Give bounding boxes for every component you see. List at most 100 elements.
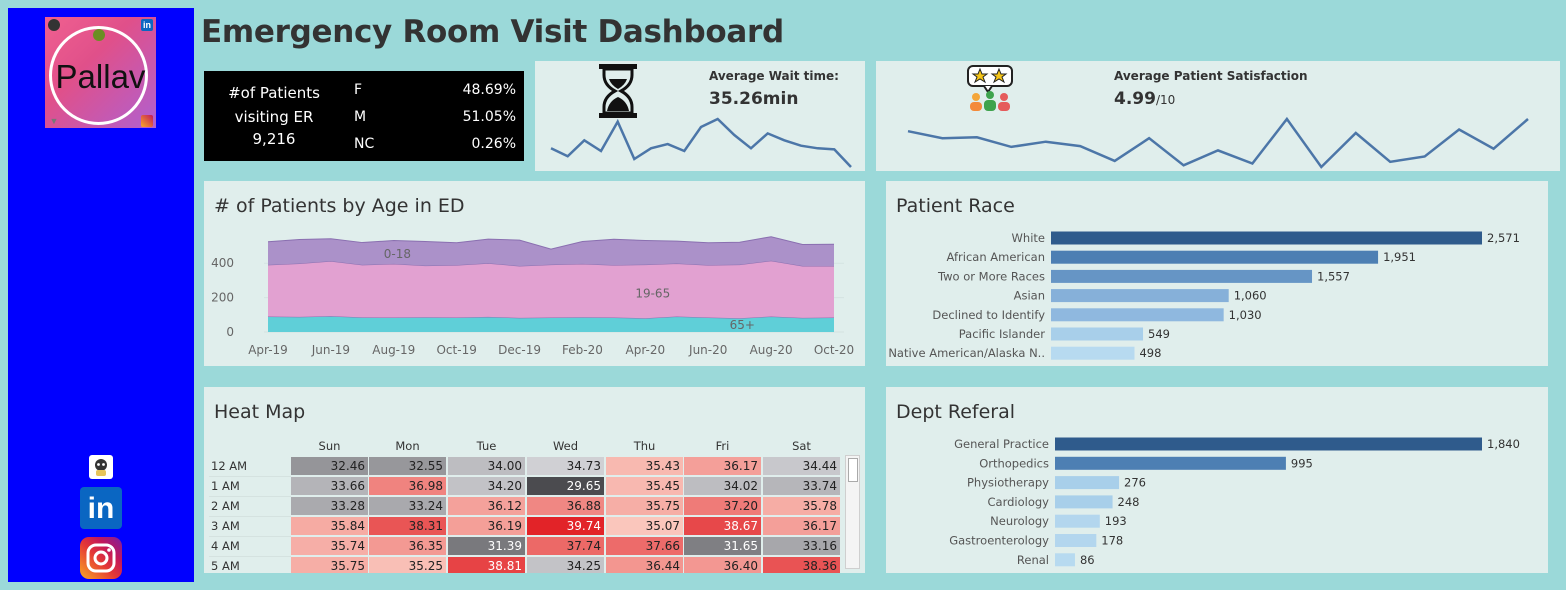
heat-cell[interactable]: 36.17 — [684, 457, 761, 475]
dept-category-label: Neurology — [990, 514, 1049, 528]
race-chart-panel[interactable]: Patient Race White 2,571 African American 1… — [886, 181, 1548, 366]
heat-cell[interactable]: 36.88 — [527, 497, 604, 515]
heat-cell[interactable]: 38.81 — [448, 557, 525, 573]
heat-cell[interactable]: 33.28 — [291, 497, 368, 515]
series-label-19-65: 19-65 — [635, 287, 670, 301]
logo-plant-icon — [93, 29, 105, 41]
heat-cell[interactable]: 35.78 — [763, 497, 840, 515]
patients-kpi-card[interactable]: #of Patients visiting ER 9,216 F 48.69% … — [204, 71, 524, 161]
heat-cell[interactable]: 29.65 — [527, 477, 604, 495]
heat-map-scrollbar[interactable] — [845, 455, 860, 569]
race-value-label: 1,557 — [1317, 269, 1350, 283]
gender-pct-m: 51.05% — [462, 109, 516, 125]
heat-hour-label: 4 AM — [211, 539, 240, 553]
heat-cell[interactable]: 35.75 — [291, 557, 368, 573]
heat-cell[interactable]: 38.36 — [763, 557, 840, 573]
dept-category-label: Orthopedics — [979, 456, 1049, 470]
race-bar — [1051, 269, 1313, 283]
heat-cell[interactable]: 34.44 — [763, 457, 840, 475]
race-value-label: 1,030 — [1229, 308, 1262, 322]
heat-cell[interactable]: 33.66 — [291, 477, 368, 495]
heat-cell[interactable]: 36.12 — [448, 497, 525, 515]
heat-cell[interactable]: 33.16 — [763, 537, 840, 555]
wait-time-card[interactable]: Average Wait time: 35.26min — [535, 61, 865, 171]
heat-row-divider — [209, 516, 291, 517]
linkedin-icon[interactable]: in — [80, 487, 122, 529]
heat-cell[interactable]: 31.65 — [684, 537, 761, 555]
dept-bar — [1055, 495, 1113, 509]
heat-cell[interactable]: 34.25 — [527, 557, 604, 573]
heat-cell[interactable]: 37.20 — [684, 497, 761, 515]
heat-cell[interactable]: 32.46 — [291, 457, 368, 475]
dept-category-label: Cardiology — [988, 495, 1050, 509]
heat-cell[interactable]: 35.25 — [369, 557, 446, 573]
race-category-label: Two or More Races — [937, 269, 1045, 283]
dept-bar — [1055, 476, 1120, 490]
heat-cell[interactable]: 35.75 — [606, 497, 683, 515]
heat-cell[interactable]: 35.45 — [606, 477, 683, 495]
heat-cell[interactable]: 32.55 — [369, 457, 446, 475]
dept-value-label: 86 — [1080, 553, 1095, 567]
heat-cell[interactable]: 34.20 — [448, 477, 525, 495]
heat-cell[interactable]: 36.98 — [369, 477, 446, 495]
heat-cell[interactable]: 38.67 — [684, 517, 761, 535]
dept-category-label: Gastroenterology — [949, 534, 1049, 548]
heat-day-header: Sun — [318, 439, 341, 453]
heat-cell[interactable]: 36.17 — [763, 517, 840, 535]
dept-category-label: Renal — [1017, 553, 1049, 567]
gender-pct-nc: 0.26% — [471, 136, 516, 152]
heat-cell[interactable]: 37.74 — [527, 537, 604, 555]
age-area-chart: 0 200 400 65+ 19-65 0-18 Apr-19 Jun-19 Aug-19 Oct… — [211, 236, 854, 357]
dept-chart-panel[interactable]: Dept Referal General Practice 1,840 Orthop… — [886, 387, 1548, 573]
heat-cell[interactable]: 36.35 — [369, 537, 446, 555]
race-category-label: White — [1012, 231, 1045, 245]
age-chart-panel[interactable]: # of Patients by Age in ED 0 200 400 65+ 19-… — [204, 181, 865, 366]
heat-day-header: Mon — [395, 439, 420, 453]
gender-label-f: F — [354, 82, 363, 98]
heat-cell[interactable]: 35.07 — [606, 517, 683, 535]
heat-cell[interactable]: 31.39 — [448, 537, 525, 555]
heat-cell[interactable]: 36.40 — [684, 557, 761, 573]
instagram-icon[interactable] — [80, 537, 122, 579]
dept-bar — [1055, 514, 1100, 528]
gender-label-m: M — [354, 109, 367, 125]
race-bar — [1051, 327, 1144, 341]
race-bar — [1051, 289, 1229, 303]
race-bar-chart: White 2,571 African American 1,951 Two or Mo… — [888, 231, 1520, 360]
y-tick-label: 0 — [226, 325, 234, 339]
heat-row-divider — [209, 496, 291, 497]
heat-cell[interactable]: 39.74 — [527, 517, 604, 535]
heat-cell[interactable]: 36.19 — [448, 517, 525, 535]
x-tick-label: Jun-20 — [688, 343, 727, 357]
heat-cell[interactable]: 33.74 — [763, 477, 840, 495]
heat-map-grid: Sun Mon Tue Wed Thu Fri Sat 12 AM 32.46 32.55 34.0… — [204, 387, 865, 573]
heat-cell[interactable]: 35.84 — [291, 517, 368, 535]
dept-category-label: Physiotherapy — [967, 476, 1049, 490]
y-tick-label: 400 — [211, 256, 234, 270]
satisfaction-card[interactable]: Average Patient Satisfaction 4.99/10 — [876, 61, 1560, 171]
heat-cell[interactable]: 38.31 — [369, 517, 446, 535]
dept-value-label: 178 — [1101, 534, 1123, 548]
x-tick-label: Dec-19 — [498, 343, 541, 357]
dept-value-label: 995 — [1291, 456, 1313, 470]
dept-bar — [1055, 456, 1286, 470]
github-icon[interactable] — [89, 455, 113, 479]
satisfaction-line — [907, 116, 1529, 169]
profile-logo[interactable]: Pallav in ▼ — [45, 17, 156, 128]
heat-cell[interactable]: 36.44 — [606, 557, 683, 573]
heat-map-scroll-thumb[interactable] — [848, 458, 858, 482]
heat-cell[interactable]: 35.74 — [291, 537, 368, 555]
heat-hour-label: 2 AM — [211, 499, 240, 513]
heat-cell[interactable]: 33.24 — [369, 497, 446, 515]
heat-cell[interactable]: 37.66 — [606, 537, 683, 555]
x-tick-label: Oct-19 — [436, 343, 476, 357]
y-tick-label: 200 — [211, 291, 234, 305]
heat-cell[interactable]: 34.73 — [527, 457, 604, 475]
gender-label-nc: NC — [354, 136, 375, 152]
heat-cell[interactable]: 35.43 — [606, 457, 683, 475]
series-label-65+: 65+ — [730, 318, 755, 332]
heat-cell[interactable]: 34.02 — [684, 477, 761, 495]
heat-cell[interactable]: 34.00 — [448, 457, 525, 475]
heat-map-panel[interactable]: Heat Map Sun Mon Tue Wed Thu Fri Sat 12 AM 32.46… — [204, 387, 865, 573]
dept-bar — [1055, 437, 1482, 451]
